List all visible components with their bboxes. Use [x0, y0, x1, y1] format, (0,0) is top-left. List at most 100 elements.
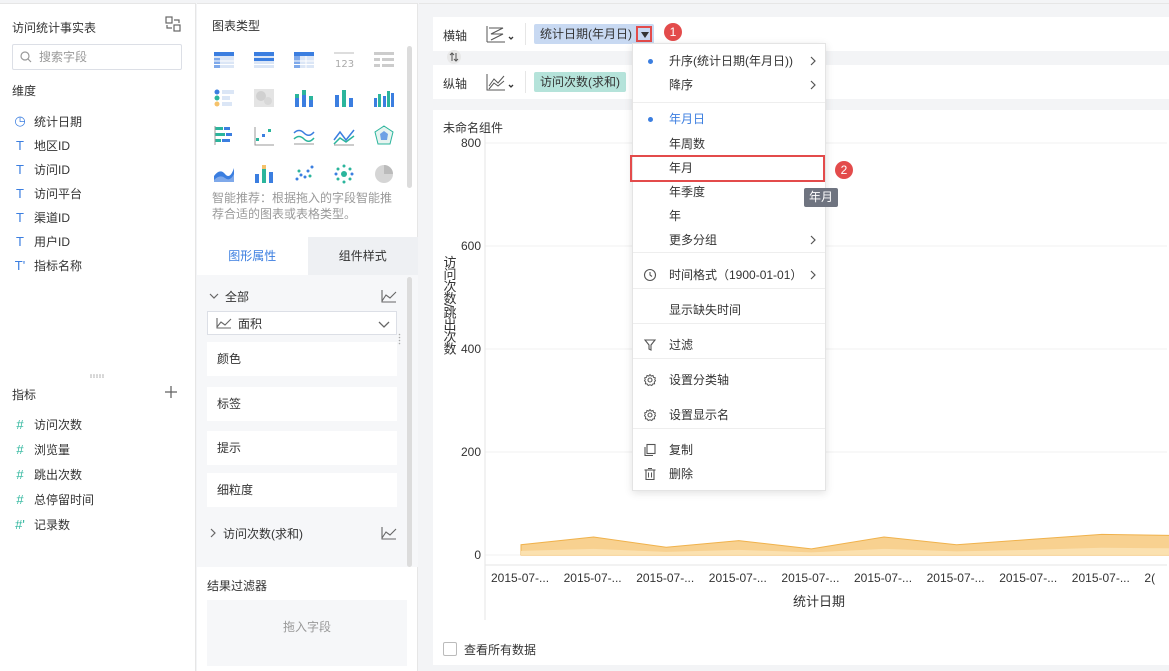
- menu-item-filter[interactable]: 过滤: [633, 333, 825, 357]
- tab-graph-properties[interactable]: 图形属性: [197, 237, 308, 275]
- resize-handle-icon[interactable]: [90, 374, 104, 378]
- dimension-item[interactable]: T 用户ID: [12, 231, 70, 251]
- menu-item-set-display-name[interactable]: 设置显示名: [633, 403, 825, 427]
- top-border: [197, 0, 418, 4]
- dimension-item[interactable]: T 访问ID: [12, 159, 70, 179]
- chart-type-area-icon[interactable]: [212, 162, 236, 186]
- chart-type-dot-matrix-icon[interactable]: [212, 86, 236, 110]
- number-type-icon: #: [16, 416, 24, 432]
- chart-type-bubble-icon[interactable]: [332, 162, 356, 186]
- all-group-header[interactable]: 全部: [209, 286, 397, 306]
- menu-item-ymd[interactable]: 年月日: [633, 107, 825, 131]
- tab-component-style[interactable]: 组件样式: [307, 237, 418, 275]
- menu-item-descending[interactable]: 降序: [633, 73, 825, 97]
- menu-item-year-quarter[interactable]: 年季度: [633, 180, 825, 204]
- swap-axes-icon[interactable]: [447, 50, 461, 64]
- dimension-item[interactable]: ◷ 统计日期: [12, 111, 82, 131]
- chart-type-text-icon[interactable]: [372, 48, 396, 72]
- x-axis-field-pill[interactable]: 统计日期(年月日): [534, 24, 654, 44]
- copy-icon: [644, 443, 656, 457]
- measure-item[interactable]: #' 记录数: [12, 514, 70, 534]
- number-type-icon: #: [16, 491, 24, 507]
- y-tick-label: 600: [461, 239, 481, 253]
- menu-item-label: 时间格式（1900-01-01）: [669, 268, 803, 282]
- field-dropdown-arrow-icon[interactable]: [636, 26, 652, 42]
- property-color[interactable]: 颜色: [207, 342, 397, 376]
- chart-type-kpi-icon[interactable]: 123: [332, 48, 356, 72]
- chart-types-scrollbar[interactable]: [407, 46, 412, 188]
- property-tooltip[interactable]: 提示: [207, 431, 397, 465]
- y-axis-type-icon[interactable]: [485, 72, 515, 92]
- axis-divider: [525, 23, 526, 45]
- chart-type-radar-icon[interactable]: [372, 124, 396, 148]
- menu-separator: [633, 428, 825, 429]
- property-label[interactable]: 标签: [207, 387, 397, 421]
- show-all-data-checkbox[interactable]: [443, 642, 457, 656]
- menu-item-label: 设置分类轴: [669, 373, 730, 387]
- number-calc-icon: #': [15, 516, 25, 532]
- chart-type-stacked-bar-icon[interactable]: [292, 86, 316, 110]
- chart-type-scatter-icon[interactable]: [292, 162, 316, 186]
- x-tick-label: 2015-07-...: [781, 571, 839, 585]
- drag-handle-icon[interactable]: [398, 333, 401, 345]
- property-granularity[interactable]: 细粒度: [207, 473, 397, 507]
- show-all-data-toggle[interactable]: 查看所有数据: [443, 641, 536, 657]
- menu-item-year-week[interactable]: 年周数: [633, 132, 825, 156]
- filter-drop-zone[interactable]: 拖入字段: [207, 600, 407, 666]
- measure-item[interactable]: # 浏览量: [12, 439, 70, 459]
- y-tick-label: 400: [461, 342, 481, 356]
- menu-item-more-groups[interactable]: 更多分组: [633, 228, 825, 252]
- menu-item-time-format[interactable]: 时间格式（1900-01-01）: [633, 263, 825, 287]
- y-axis-field-pill[interactable]: 访问次数(求和): [534, 72, 626, 92]
- selected-dot-icon: [648, 59, 653, 64]
- chart-type-cross-table-icon[interactable]: [292, 48, 316, 72]
- measure-group-label: 访问次数(求和): [223, 526, 303, 541]
- switch-table-icon[interactable]: [165, 16, 181, 32]
- chart-type-grouped-bar-icon[interactable]: [372, 86, 396, 110]
- chevron-right-icon: [810, 235, 816, 245]
- measure-item[interactable]: # 访问次数: [12, 414, 82, 434]
- chart-type-group-table-icon[interactable]: [252, 48, 276, 72]
- annotation-badge-2: 2: [835, 161, 853, 179]
- search-input[interactable]: [39, 48, 177, 66]
- chart-subtype-select[interactable]: 面积: [207, 311, 397, 335]
- measure-item[interactable]: # 总停留时间: [12, 489, 94, 509]
- gear-icon: [643, 408, 657, 422]
- dimension-item[interactable]: T 地区ID: [12, 135, 70, 155]
- field-search[interactable]: [12, 44, 182, 70]
- menu-item-ascending[interactable]: 升序(统计日期(年月日)): [633, 49, 825, 73]
- menu-item-delete[interactable]: 删除: [633, 462, 825, 486]
- chart-type-line-icon[interactable]: [292, 124, 316, 148]
- menu-item-show-missing-time[interactable]: 显示缺失时间: [633, 298, 825, 322]
- menu-item-year[interactable]: 年: [633, 204, 825, 228]
- table-name[interactable]: 访问统计事实表: [12, 19, 96, 36]
- chart-type-horizontal-bar-icon[interactable]: [212, 124, 236, 148]
- chart-type-scatter-bar-icon[interactable]: [252, 124, 276, 148]
- y-axis-label: 纵轴: [443, 77, 468, 91]
- chart-type-heatmap-icon[interactable]: [252, 86, 276, 110]
- field-context-menu: 升序(统计日期(年月日)) 降序 年月日 年周数 年月 年季度年更多分组 时间格式（1900…: [632, 43, 826, 491]
- menu-item-copy[interactable]: 复制: [633, 438, 825, 462]
- chart-type-combo-bar-icon[interactable]: [252, 162, 276, 186]
- text-type-icon: T: [16, 185, 24, 201]
- x-tick-label: 2015-07-...: [1072, 571, 1130, 585]
- chart-type-title: 图表类型: [212, 19, 261, 33]
- add-measure-icon[interactable]: [164, 385, 178, 399]
- chart-type-detail-table-icon[interactable]: [212, 48, 236, 72]
- chart-type-polyline-icon[interactable]: [332, 124, 356, 148]
- dimension-item[interactable]: T 访问平台: [12, 183, 82, 203]
- x-tick-label: 2015-07-...: [999, 571, 1057, 585]
- measure-group-header[interactable]: 访问次数(求和): [209, 523, 397, 543]
- chart-type-pie-icon[interactable]: [372, 162, 396, 186]
- chevron-right-icon: [210, 528, 216, 538]
- chart-type-bar-icon[interactable]: [332, 86, 356, 110]
- menu-item-set-category-axis[interactable]: 设置分类轴: [633, 368, 825, 392]
- dimension-item[interactable]: T' 指标名称: [12, 255, 82, 275]
- measure-item[interactable]: # 跳出次数: [12, 464, 82, 484]
- x-tick-label: 2015-07-...: [927, 571, 985, 585]
- x-axis-type-icon[interactable]: [485, 24, 515, 44]
- measures-title: 指标: [12, 388, 37, 402]
- dimension-item[interactable]: T 渠道ID: [12, 207, 70, 227]
- properties-scrollbar[interactable]: [407, 277, 412, 567]
- menu-separator: [633, 102, 825, 103]
